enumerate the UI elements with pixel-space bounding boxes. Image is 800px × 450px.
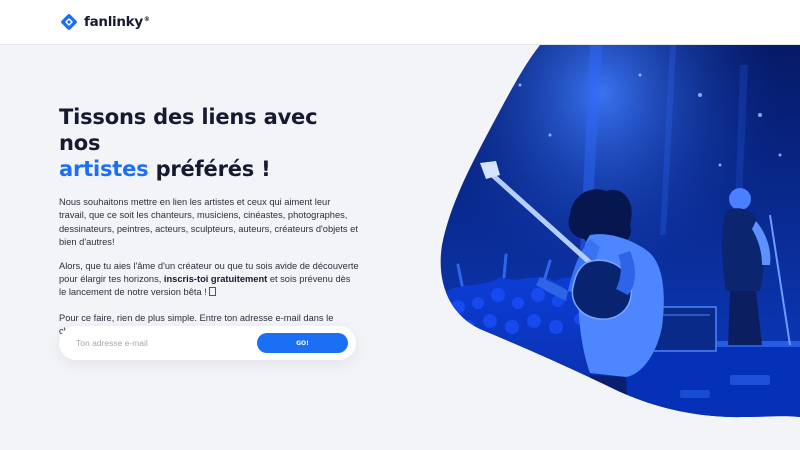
- invite-text-bold: inscris-toi gratuitement: [163, 274, 268, 285]
- top-bar: fanlinky®: [0, 0, 800, 45]
- logo-text: fanlinky®: [84, 14, 150, 30]
- intro-paragraph: Nous souhaitons mettre en lien les artis…: [59, 197, 358, 248]
- hero-title-accent: artistes: [59, 157, 149, 181]
- signup-form: GO!: [59, 326, 356, 360]
- hero-title-part2: préférés !: [148, 157, 271, 181]
- hero-title: Tissons des liens avec nos artistes préf…: [59, 104, 359, 182]
- hero-section: Tissons des liens avec nos artistes préf…: [59, 104, 359, 339]
- concert-photo: [440, 45, 800, 418]
- logo[interactable]: fanlinky®: [60, 13, 150, 31]
- hero-title-part1: Tissons des liens avec nos: [59, 105, 318, 155]
- registered-mark: ®: [143, 15, 150, 23]
- logo-wordmark: fanlinky: [84, 14, 143, 30]
- go-button[interactable]: GO!: [257, 333, 348, 353]
- email-input[interactable]: [76, 333, 246, 353]
- signup-invite-paragraph: Alors, que tu aies l'âme d'un créateur o…: [59, 260, 359, 300]
- fanlinky-logo-icon: [61, 14, 77, 30]
- emoji-placeholder-icon: [208, 287, 216, 297]
